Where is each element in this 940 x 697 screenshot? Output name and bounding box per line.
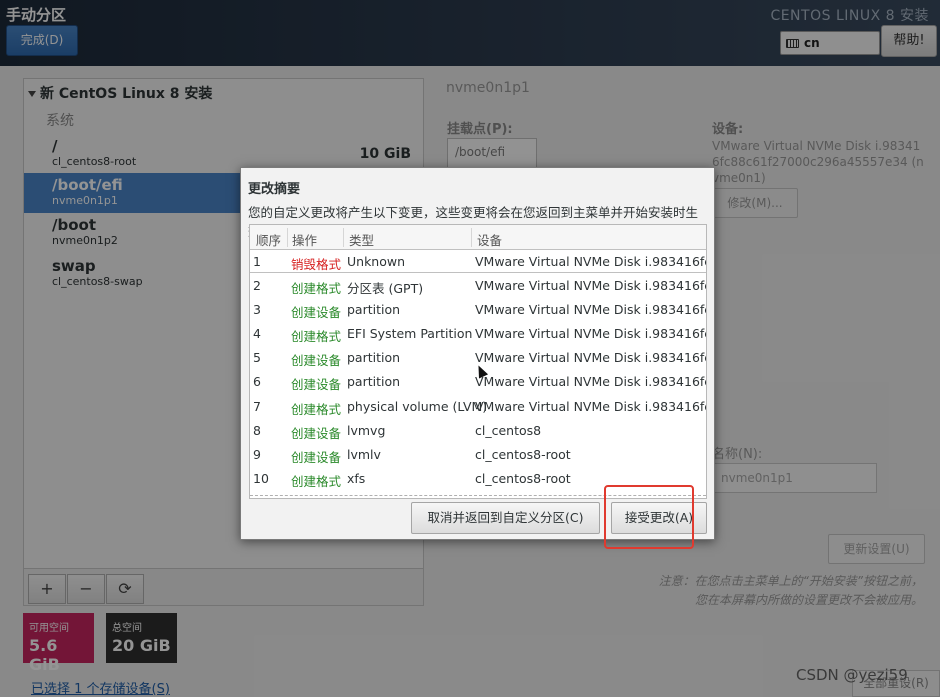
- column-header-action[interactable]: 操作: [292, 230, 317, 249]
- changes-table[interactable]: 顺序 操作 类型 设备 1 销毁格式 Unknown VMware Virtua…: [249, 224, 707, 499]
- table-row[interactable]: 8 创建设备 lvmvg cl_centos8: [250, 419, 706, 443]
- dialog-title: 更改摘要: [248, 182, 301, 197]
- watermark: CSDN @yezi59: [796, 666, 908, 684]
- table-row[interactable]: 4 创建格式 EFI System Partition VMware Virtu…: [250, 322, 706, 346]
- table-header: 顺序 操作 类型 设备: [250, 225, 706, 250]
- annotation-highlight-box: [604, 485, 694, 549]
- column-header-type[interactable]: 类型: [349, 230, 374, 249]
- table-row[interactable]: 3 创建设备 partition VMware Virtual NVMe Dis…: [250, 298, 706, 322]
- column-header-order[interactable]: 顺序: [256, 230, 281, 249]
- table-row[interactable]: 2 创建格式 分区表 (GPT) VMware Virtual NVMe Dis…: [250, 274, 706, 298]
- table-row[interactable]: 1 销毁格式 Unknown VMware Virtual NVMe Disk …: [250, 249, 706, 273]
- column-header-device[interactable]: 设备: [477, 230, 502, 249]
- cancel-return-button[interactable]: 取消并返回到自定义分区(C): [411, 502, 600, 534]
- table-row[interactable]: 9 创建设备 lvmlv cl_centos8-root: [250, 443, 706, 467]
- table-row[interactable]: 7 创建格式 physical volume (LVM) VMware Virt…: [250, 395, 706, 419]
